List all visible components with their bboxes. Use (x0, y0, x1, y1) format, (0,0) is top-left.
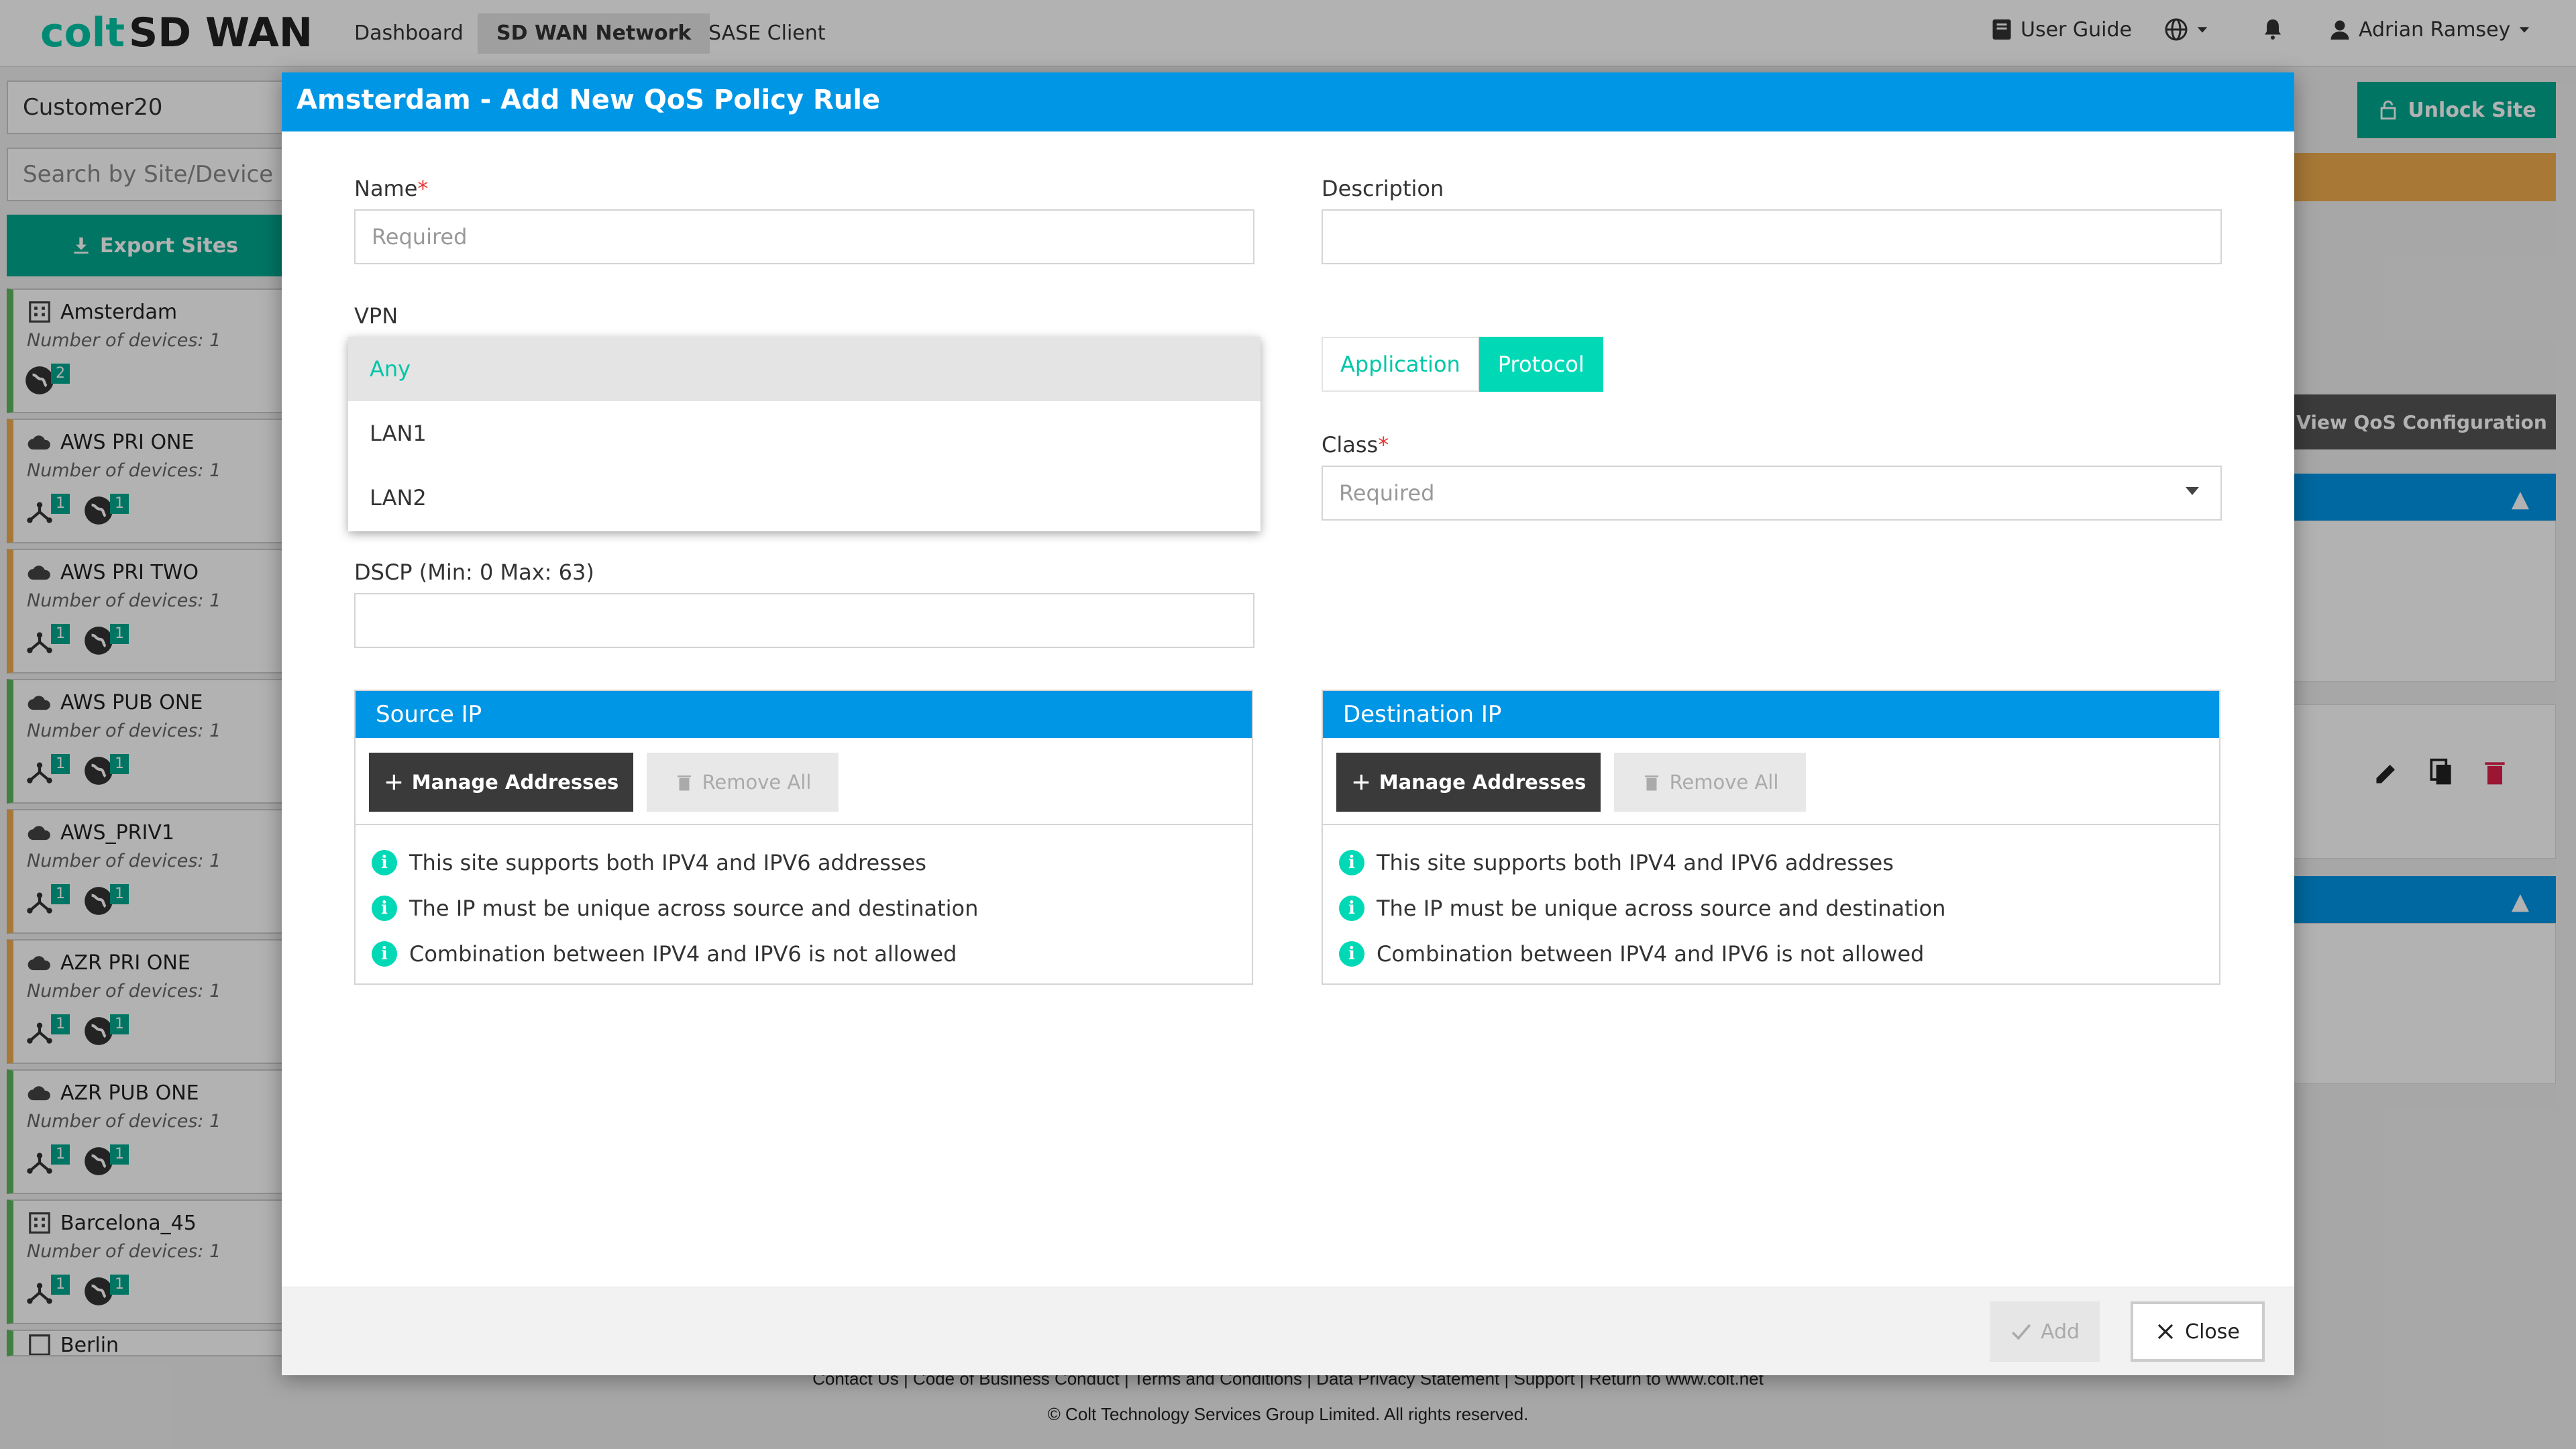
dropdown-arrow-icon (2186, 487, 2199, 495)
remove-all-label: Remove All (702, 771, 812, 794)
manage-addresses-label: Manage Addresses (411, 771, 619, 794)
required-asterisk: * (417, 176, 429, 201)
modal-header: Amsterdam - Add New QoS Policy Rule (282, 72, 2294, 131)
info-icon: i (372, 941, 397, 967)
close-button[interactable]: Close (2131, 1301, 2265, 1362)
info-note: i This site supports both IPV4 and IPV6 a… (372, 840, 978, 885)
source-ip-header: Source IP (356, 691, 1252, 738)
vpn-option-lan2[interactable]: LAN2 (348, 466, 1260, 530)
info-note: i Combination between IPV4 and IPV6 is no… (372, 931, 978, 977)
class-select[interactable]: Required (1322, 466, 2222, 521)
toggle-protocol[interactable]: Protocol (1479, 337, 1603, 392)
plus-icon (1353, 774, 1368, 790)
description-input[interactable] (1322, 209, 2222, 264)
info-note: i Combination between IPV4 and IPV6 is no… (1339, 931, 1945, 977)
note-text: Combination between IPV4 and IPV6 is not… (1377, 941, 1925, 967)
source-remove-all-button[interactable]: Remove All (647, 753, 839, 812)
source-ip-panel: Source IP Manage Addresses Remove All iT… (354, 690, 1253, 985)
name-label: Name* (354, 176, 428, 201)
note-text: This site supports both IPV4 and IPV6 ad… (409, 850, 926, 875)
info-icon: i (372, 850, 397, 875)
note-text: Combination between IPV4 and IPV6 is not… (409, 941, 957, 967)
vpn-dropdown-menu[interactable]: Any LAN1 LAN2 (348, 337, 1260, 531)
close-icon (2158, 1324, 2174, 1340)
vpn-label: VPN (354, 303, 398, 329)
match-type-toggle: Application Protocol (1322, 337, 1603, 392)
class-select-placeholder: Required (1339, 480, 1435, 506)
info-note: i The IP must be unique across source and… (1339, 885, 1945, 931)
info-icon: i (1339, 850, 1364, 875)
modal-title: Amsterdam - Add New QoS Policy Rule (297, 85, 881, 115)
info-icon: i (1339, 896, 1364, 921)
dscp-input[interactable] (354, 593, 1254, 648)
destination-ip-panel: Destination IP Manage Addresses Remove A… (1322, 690, 2220, 985)
trash-icon (677, 775, 691, 791)
required-asterisk: * (1378, 432, 1389, 458)
note-text: This site supports both IPV4 and IPV6 ad… (1377, 850, 1894, 875)
dscp-label: DSCP (Min: 0 Max: 63) (354, 559, 594, 585)
description-label: Description (1322, 176, 1444, 201)
class-label-text: Class (1322, 432, 1379, 458)
check-icon (2011, 1324, 2031, 1340)
destination-ip-toolbar: Manage Addresses Remove All (1323, 738, 2219, 825)
info-note: i The IP must be unique across source and… (372, 885, 978, 931)
source-ip-toolbar: Manage Addresses Remove All (356, 738, 1252, 825)
remove-all-label: Remove All (1669, 771, 1779, 794)
add-label: Add (2040, 1320, 2080, 1344)
vpn-option-lan1[interactable]: LAN1 (348, 401, 1260, 466)
destination-ip-notes: i This site supports both IPV4 and IPV6 a… (1339, 840, 1945, 977)
name-input[interactable]: Required (354, 209, 1254, 264)
class-label: Class* (1322, 432, 1389, 458)
trash-icon (1644, 775, 1658, 791)
destination-manage-addresses-button[interactable]: Manage Addresses (1336, 753, 1601, 812)
plus-icon (386, 774, 401, 790)
info-icon: i (1339, 941, 1364, 967)
source-manage-addresses-button[interactable]: Manage Addresses (369, 753, 633, 812)
vpn-option-any[interactable]: Any (348, 337, 1260, 401)
destination-ip-header: Destination IP (1323, 691, 2219, 738)
source-ip-notes: i This site supports both IPV4 and IPV6 a… (372, 840, 978, 977)
note-text: The IP must be unique across source and … (409, 896, 979, 921)
info-note: i This site supports both IPV4 and IPV6 a… (1339, 840, 1945, 885)
name-label-text: Name (354, 176, 418, 201)
add-qos-policy-modal: Amsterdam - Add New QoS Policy Rule Name… (282, 72, 2294, 1375)
manage-addresses-label: Manage Addresses (1379, 771, 1587, 794)
toggle-application[interactable]: Application (1322, 337, 1479, 392)
destination-remove-all-button[interactable]: Remove All (1614, 753, 1806, 812)
note-text: The IP must be unique across source and … (1377, 896, 1946, 921)
add-button[interactable]: Add (1990, 1301, 2100, 1362)
info-icon: i (372, 896, 397, 921)
close-label: Close (2185, 1320, 2240, 1344)
